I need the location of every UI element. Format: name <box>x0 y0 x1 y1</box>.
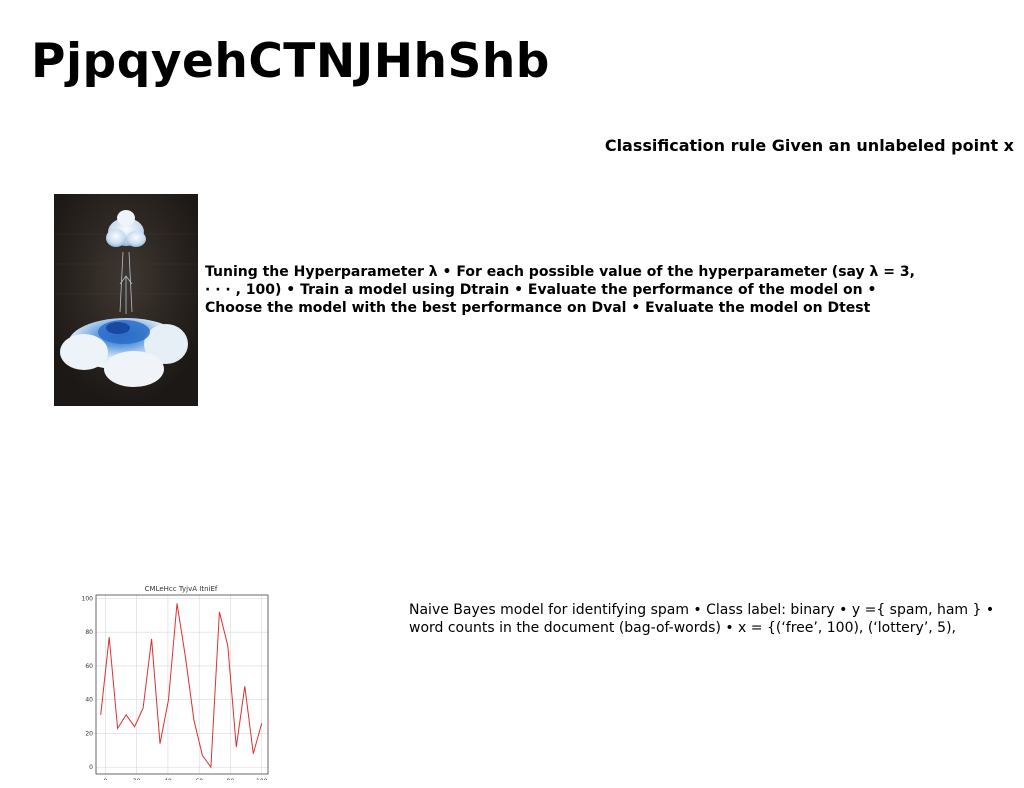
hyperparameter-tuning-text: Tuning the Hyperparameter λ • For each p… <box>205 264 915 316</box>
y-tick-label: 80 <box>85 629 93 636</box>
chart-title: CMLeHcc TyjvA ItniEf <box>145 585 218 593</box>
y-tick-label: 0 <box>89 764 93 771</box>
cloud-illustration <box>54 194 198 406</box>
x-tick-label: 20 <box>133 778 141 780</box>
series-line <box>100 603 263 769</box>
y-tick-label: 20 <box>85 730 93 737</box>
slide-title: PjpqyehCTNJHhShb <box>31 34 550 89</box>
x-tick-label: 60 <box>195 778 203 780</box>
chart-frame <box>95 594 269 775</box>
x-tick-label: 40 <box>164 778 172 780</box>
x-tick-label: 100 <box>256 778 268 780</box>
decorative-photo <box>54 194 198 406</box>
x-tick-label: 0 <box>103 778 107 780</box>
line-chart: CMLeHcc TyjvA ItniEf 0 20 40 60 80 100 0 20 40 60… <box>82 585 269 780</box>
y-tick-label: 100 <box>82 595 94 602</box>
y-tick-label: 40 <box>85 697 93 704</box>
naive-bayes-text: Naive Bayes model for identifying spam •… <box>409 602 995 636</box>
x-tick-label: 80 <box>227 778 235 780</box>
y-tick-label: 60 <box>85 663 93 670</box>
slide-subtitle: Classification rule Given an unlabeled p… <box>604 136 1014 155</box>
